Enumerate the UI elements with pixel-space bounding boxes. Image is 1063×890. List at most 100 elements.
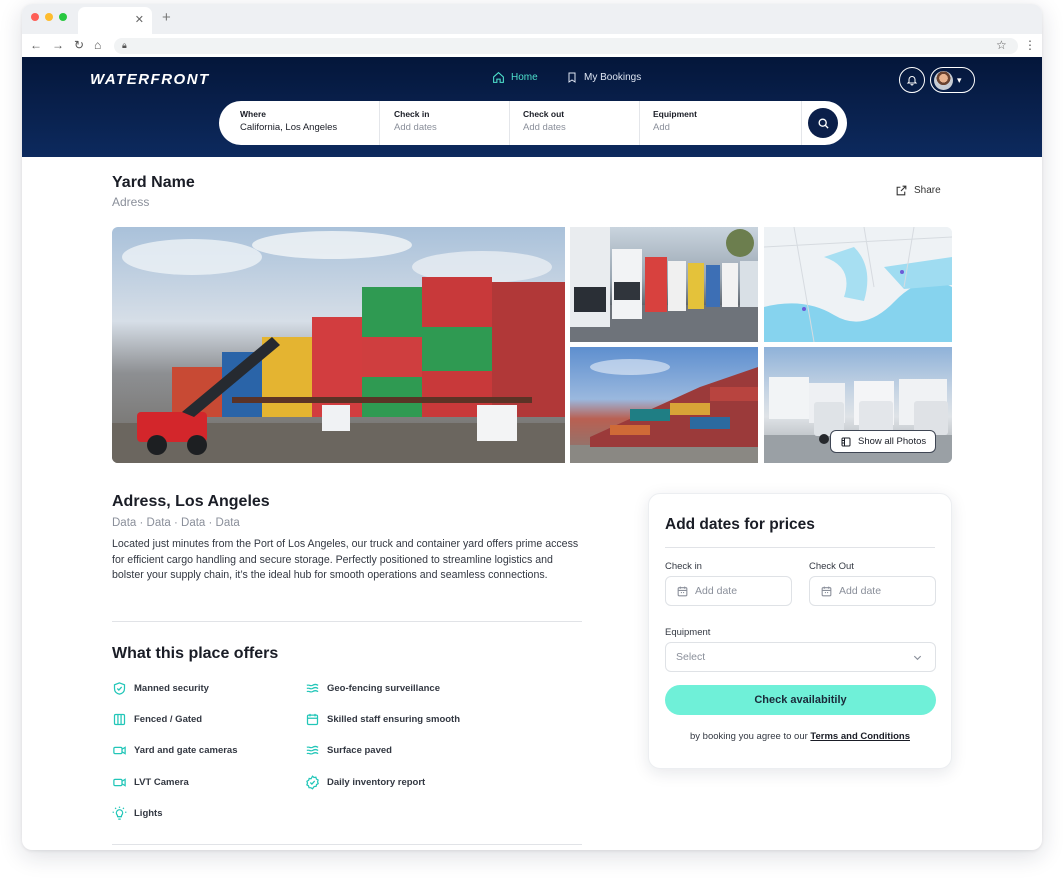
back-icon[interactable]: ← — [30, 38, 42, 52]
check-out-placeholder: Add date — [839, 585, 882, 597]
share-icon — [896, 185, 907, 196]
search-where[interactable]: Where California, Los Angeles — [240, 109, 337, 137]
divider — [112, 844, 582, 845]
photo-port-map[interactable] — [764, 227, 952, 342]
check-in-date-input[interactable]: Add date — [665, 576, 792, 606]
amenity-manned-security: Manned security — [112, 681, 209, 696]
amenity-lvt-camera: LVT Camera — [112, 775, 189, 790]
equipment-placeholder: Add — [653, 122, 670, 133]
browser-tabbar: ✕ + — [22, 4, 1042, 34]
profile-menu-button[interactable]: ▾ — [930, 67, 975, 93]
forward-icon[interactable]: → — [52, 38, 64, 52]
chevron-down-icon: ▾ — [957, 74, 962, 85]
photo-container-stacks[interactable] — [570, 347, 758, 463]
nav-home[interactable]: Home — [492, 71, 538, 84]
booking-card: Add dates for prices Check in Add date C… — [648, 493, 952, 769]
reload-icon[interactable]: ↻ — [74, 38, 84, 52]
avatar — [934, 70, 953, 90]
search-button[interactable] — [808, 108, 838, 138]
home-icon — [493, 71, 504, 83]
search-equipment[interactable]: Equipment Add — [653, 109, 697, 137]
amenity-label: Skilled staff ensuring smooth — [327, 714, 461, 725]
check-availability-button[interactable]: Check availabitily — [665, 685, 936, 715]
amenity-label: Yard and gate cameras — [134, 745, 238, 756]
check-out-field-label: Check Out — [809, 561, 854, 572]
amenity-geo-fencing: Geo-fencing surveillance — [305, 681, 440, 696]
booking-card-title: Add dates for prices — [665, 516, 815, 533]
lightbulb-icon — [112, 806, 127, 820]
divider — [379, 101, 380, 145]
nav-my-bookings[interactable]: My Bookings — [566, 71, 641, 84]
photo-trucks-parked[interactable] — [570, 227, 758, 342]
amenity-yard-gate-cameras: Yard and gate cameras — [112, 743, 238, 758]
chevron-down-icon — [913, 655, 922, 661]
search-check-out[interactable]: Check out Add dates — [523, 109, 566, 137]
browser-menu-icon[interactable]: ⋮ — [1024, 38, 1036, 52]
bookmark-star-icon[interactable]: ☆ — [996, 38, 1007, 52]
calendar-icon — [677, 586, 688, 596]
yard-address: Adress — [112, 195, 150, 209]
close-tab-icon[interactable]: ✕ — [135, 13, 144, 26]
amenity-label: Surface paved — [327, 745, 392, 756]
check-out-label: Check out — [523, 109, 565, 119]
shield-check-icon — [113, 682, 126, 695]
amenity-lights: Lights — [112, 806, 163, 821]
where-label: Where — [240, 109, 266, 119]
notifications-button[interactable] — [899, 67, 925, 93]
badge-check-icon — [306, 775, 319, 790]
browser-tab[interactable]: ✕ — [78, 7, 152, 34]
search-icon — [817, 117, 829, 129]
browser-toolbar: ← → ↻ ⌂ 🔒︎ ☆ ⋮ — [22, 34, 1042, 58]
waves-icon — [306, 683, 319, 693]
divider — [112, 621, 582, 622]
divider — [639, 101, 640, 145]
logo[interactable]: WATERFRONT — [90, 71, 210, 88]
share-label: Share — [914, 185, 941, 196]
where-value: California, Los Angeles — [240, 122, 338, 133]
terms-link[interactable]: Terms and Conditions — [810, 731, 910, 742]
equipment-select-value: Select — [676, 651, 706, 663]
location-title: Adress, Los Angeles — [112, 493, 270, 510]
new-tab-icon[interactable]: + — [162, 9, 171, 26]
waves-icon — [306, 745, 319, 755]
page-title: Yard Name — [112, 174, 195, 191]
equipment-label: Equipment — [653, 109, 697, 119]
maximize-window-button[interactable] — [59, 13, 67, 21]
check-out-date-input[interactable]: Add date — [809, 576, 936, 606]
trucks-illustration — [570, 227, 758, 342]
show-all-photos-button[interactable]: Show all Photos — [830, 430, 937, 453]
grid-icon — [841, 437, 851, 446]
address-bar[interactable]: 🔒︎ — [114, 38, 1018, 54]
amenity-label: LVT Camera — [134, 777, 189, 788]
search-check-in[interactable]: Check in Add dates — [394, 109, 437, 137]
amenity-label: Daily inventory report — [327, 777, 426, 788]
show-all-photos-label: Show all Photos — [858, 436, 927, 447]
check-in-placeholder: Add dates — [394, 122, 437, 133]
window-controls — [31, 13, 67, 21]
bookmark-icon — [568, 72, 576, 83]
listing-description: Located just minutes from the Port of Lo… — [112, 538, 579, 582]
map-illustration — [764, 227, 952, 342]
check-in-label: Check in — [394, 109, 430, 119]
divider — [801, 101, 802, 145]
amenity-label: Fenced / Gated — [134, 714, 203, 725]
share-button[interactable]: Share — [895, 184, 941, 197]
offers-title: What this place offers — [112, 645, 279, 662]
amenity-daily-inventory: Daily inventory report — [305, 775, 425, 790]
equipment-field-label: Equipment — [665, 627, 711, 638]
lock-icon: 🔒︎ — [122, 40, 127, 50]
container-stacks-illustration — [570, 359, 758, 463]
amenity-fenced-gated: Fenced / Gated — [112, 712, 202, 727]
home-browser-icon[interactable]: ⌂ — [94, 38, 101, 52]
divider — [509, 101, 510, 145]
app-header: WATERFRONT Home My Bookings ▾ Where Cali… — [22, 57, 1042, 157]
close-window-button[interactable] — [31, 13, 39, 21]
minimize-window-button[interactable] — [45, 13, 53, 21]
container-yard-illustration — [112, 231, 565, 463]
equipment-select[interactable]: Select — [665, 642, 936, 672]
terms-prefix: by booking you agree to our — [689, 731, 811, 742]
nav-home-label: Home — [511, 72, 538, 83]
main-photo-container-yard[interactable] — [112, 227, 565, 463]
amenity-surface-paved: Surface paved — [305, 743, 392, 758]
video-camera-icon — [113, 746, 126, 755]
